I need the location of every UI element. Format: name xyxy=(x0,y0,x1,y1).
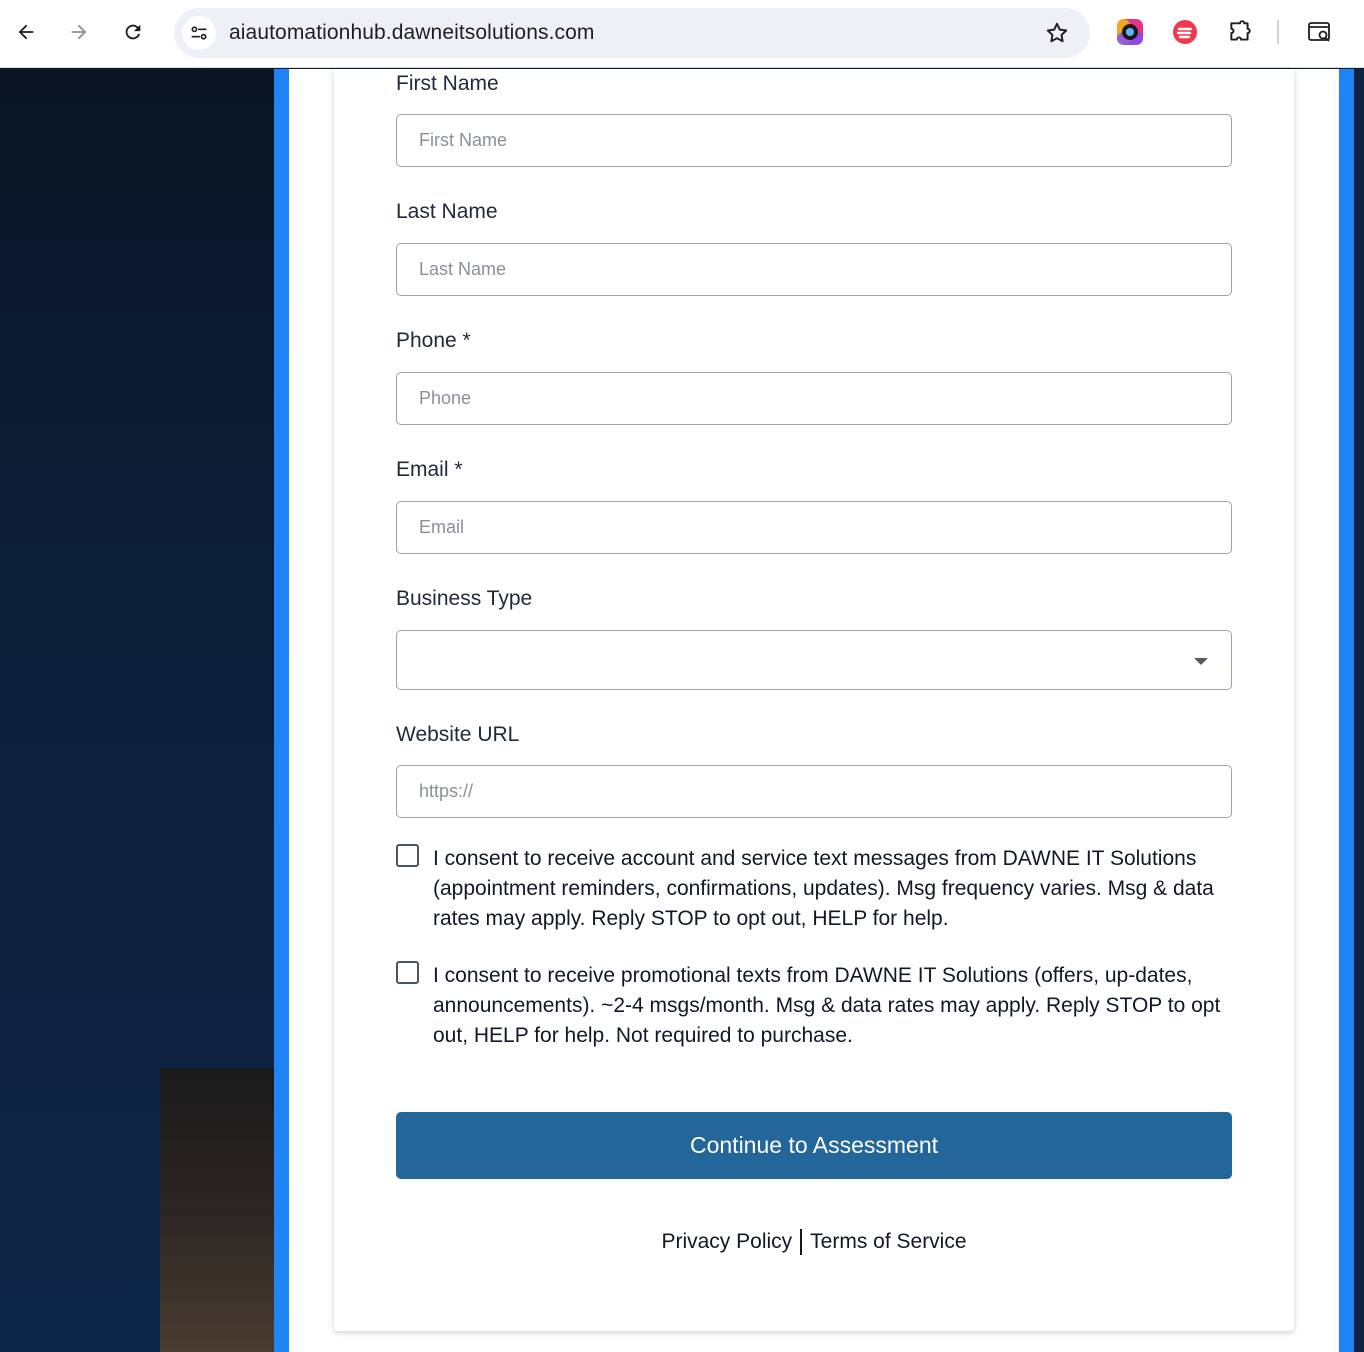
tab-search-icon[interactable] xyxy=(1306,18,1334,46)
website-url-input[interactable] xyxy=(396,765,1232,818)
accent-stripe-left xyxy=(274,69,289,1352)
url-text[interactable]: aiautomationhub.dawneitsolutions.com xyxy=(229,21,595,45)
phone-label: Phone * xyxy=(396,329,471,352)
chevron-down-icon xyxy=(1194,658,1208,665)
forward-button[interactable] xyxy=(61,14,97,50)
reload-icon xyxy=(125,24,141,40)
accent-stripe-right xyxy=(1339,69,1354,1352)
last-name-label: Last Name xyxy=(396,200,498,223)
arrow-right-icon xyxy=(71,24,87,40)
footer-links: Privacy Policy Terms of Service xyxy=(334,1229,1294,1255)
business-type-label: Business Type xyxy=(396,587,533,610)
transactional-consent-checkbox[interactable] xyxy=(396,844,419,867)
footer-divider xyxy=(800,1229,803,1255)
promotional-consent-checkbox[interactable] xyxy=(396,961,419,984)
bookmark-star-icon[interactable] xyxy=(1044,20,1070,46)
colorful-extension-icon[interactable] xyxy=(1116,18,1144,46)
arrow-left-icon xyxy=(18,24,34,40)
transactional-consent-text: I consent to receive account and service… xyxy=(433,847,1214,930)
red-extension-icon[interactable] xyxy=(1171,18,1199,46)
extensions-puzzle-icon[interactable] xyxy=(1226,18,1254,46)
background-photo xyxy=(160,1068,274,1352)
browser-toolbar: aiautomationhub.dawneitsolutions.com xyxy=(0,0,1364,68)
first-name-label: First Name xyxy=(396,72,499,95)
promotional-consent-text: I consent to receive promotional texts f… xyxy=(433,964,1221,1047)
reload-button[interactable] xyxy=(115,14,151,50)
lead-form-card: First Name Last Name Phone * Email * Bus… xyxy=(334,69,1294,1331)
business-type-select[interactable] xyxy=(396,630,1232,690)
terms-of-service-link[interactable]: Terms of Service xyxy=(810,1230,966,1254)
email-input[interactable] xyxy=(396,501,1232,554)
last-name-input[interactable] xyxy=(396,243,1232,296)
first-name-input[interactable] xyxy=(396,114,1232,167)
site-settings-icon[interactable] xyxy=(182,16,216,50)
email-label: Email * xyxy=(396,458,463,481)
phone-input[interactable] xyxy=(396,372,1232,425)
website-url-label: Website URL xyxy=(396,723,520,746)
page-background-right xyxy=(1354,69,1364,1352)
address-bar[interactable]: aiautomationhub.dawneitsolutions.com xyxy=(174,8,1090,58)
privacy-policy-link[interactable]: Privacy Policy xyxy=(661,1230,792,1254)
continue-to-assessment-button[interactable]: Continue to Assessment xyxy=(396,1112,1232,1179)
toolbar-divider xyxy=(1277,20,1279,44)
back-button[interactable] xyxy=(8,14,44,50)
